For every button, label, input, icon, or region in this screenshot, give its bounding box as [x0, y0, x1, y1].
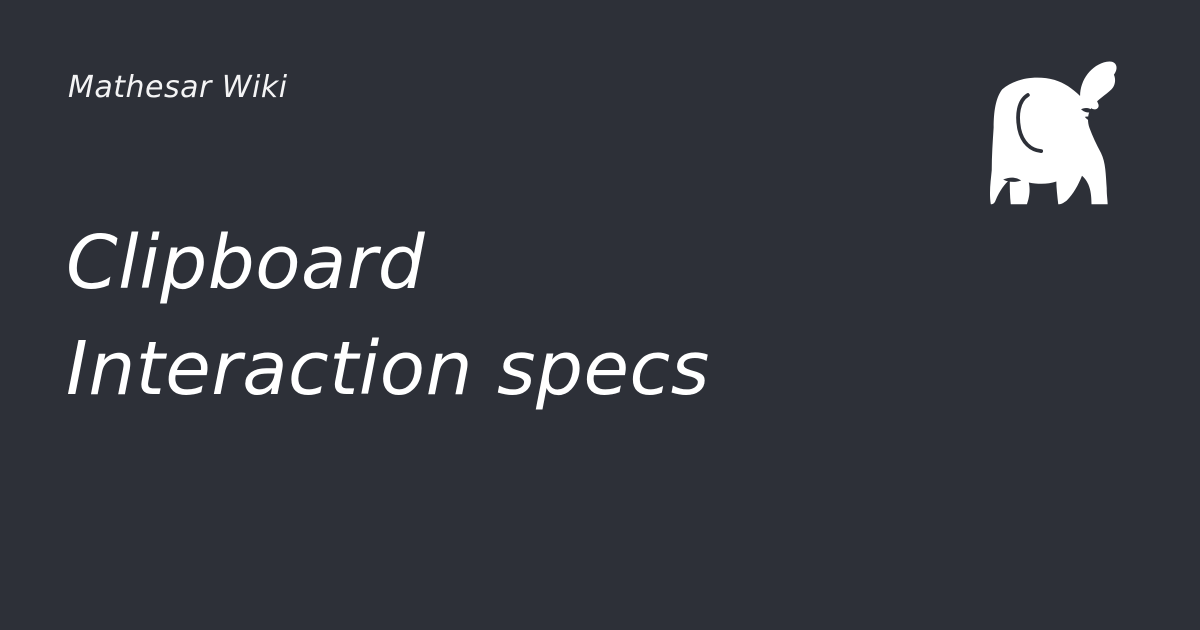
elephant-icon: [989, 61, 1117, 205]
page-title: Clipboard Interaction specs: [66, 210, 886, 422]
social-card: Mathesar Wiki Clipboard Interaction spec…: [0, 0, 1200, 630]
page-title-line-2: Interaction specs: [66, 325, 710, 412]
page-title-line-1: Clipboard: [66, 219, 426, 306]
site-name: Mathesar Wiki: [68, 70, 288, 105]
